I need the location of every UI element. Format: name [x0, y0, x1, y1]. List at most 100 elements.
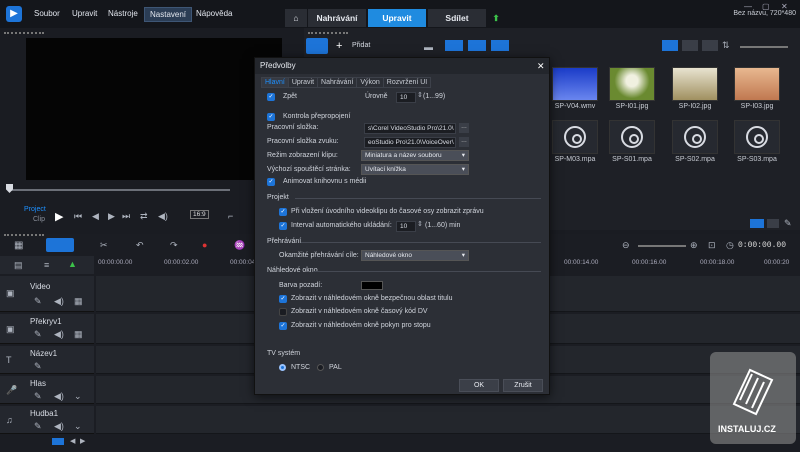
library-thumb[interactable] [672, 67, 718, 101]
upload-icon[interactable]: ⬆ [488, 9, 504, 27]
dialog-close-icon[interactable]: ✕ [537, 61, 545, 72]
timecode-display[interactable]: 0:00:00.00 [738, 241, 786, 250]
mute-icon[interactable]: ◀) [54, 296, 64, 307]
tab-vykon[interactable]: Výkon [356, 77, 384, 88]
marker-icon[interactable]: ▲ [68, 259, 77, 269]
undo-icon[interactable]: ↶ [136, 240, 144, 251]
track-header-video[interactable]: ▣ Video ✎ ◀) ▦ [0, 276, 94, 312]
add-label[interactable]: Přidat [352, 42, 370, 49]
instant-select[interactable]: Náhledové okno [361, 250, 469, 261]
image-filter-icon[interactable] [468, 40, 486, 51]
spinner-icon[interactable]: ⇕ [417, 91, 423, 99]
track-scroll-icon[interactable] [52, 438, 64, 445]
timecode-checkbox[interactable] [279, 308, 287, 316]
audio-filter-icon[interactable] [491, 40, 509, 51]
zoom-out-icon[interactable]: ⊖ [622, 240, 630, 251]
tools-icon[interactable]: ✂ [100, 240, 108, 251]
volume-icon[interactable]: ◀) [158, 211, 168, 222]
spinner-icon[interactable]: ⇕ [417, 220, 423, 228]
home-tab[interactable]: ⌂ [285, 9, 307, 27]
expand-icon[interactable]: ⌄ [74, 391, 82, 402]
mute-icon[interactable]: ◀) [54, 391, 64, 402]
pal-radio[interactable] [317, 364, 324, 371]
track-header-voice[interactable]: 🎤 Hlas ✎ ◀) ⌄ [0, 376, 94, 404]
go-start-icon[interactable]: ⏮ [74, 211, 82, 222]
library-thumb[interactable] [552, 120, 598, 154]
aspect-ratio-button[interactable]: 16:9 [190, 210, 209, 219]
scroll-left-icon[interactable]: ◀ [70, 437, 75, 445]
relink-checkbox[interactable]: ✓ [267, 113, 275, 121]
audio-workdir-browse-button[interactable]: … [459, 137, 469, 147]
video-filter-icon[interactable] [445, 40, 463, 51]
scrub-bar[interactable] [8, 189, 230, 191]
audio-workdir-field[interactable]: eoStudio Pro\21.0\VoiceOver\ [364, 137, 456, 148]
fit-icon[interactable]: ⊡ [708, 240, 716, 251]
grid-icon[interactable]: ▦ [74, 329, 83, 340]
tools-icon[interactable]: ✎ [784, 218, 792, 229]
workdir-field[interactable]: s\Corel VideoStudio Pro\21.0\ [364, 123, 456, 134]
animate-checkbox[interactable]: ✓ [267, 178, 275, 186]
timeline-view-icon[interactable] [46, 238, 74, 252]
zoom-slider[interactable] [638, 245, 686, 247]
redo-icon[interactable]: ↷ [170, 240, 178, 251]
tab-share[interactable]: Sdílet [428, 9, 486, 27]
track-hint-checkbox[interactable]: ✓ [279, 322, 287, 330]
safe-area-checkbox[interactable]: ✓ [279, 295, 287, 303]
panel-layout-icon[interactable] [767, 219, 779, 228]
add-icon[interactable]: + [336, 40, 342, 52]
menu-nastaveni[interactable]: Nastavení [144, 7, 193, 22]
list-view-icon[interactable] [682, 40, 698, 51]
ntsc-radio[interactable] [279, 364, 286, 371]
library-thumb[interactable] [552, 67, 598, 101]
crop-icon[interactable]: ⌐ [228, 211, 233, 221]
play-icon[interactable]: ▶ [55, 210, 63, 223]
tab-hlavni[interactable]: Hlavní [261, 77, 289, 88]
autosave-input[interactable]: 10 [396, 221, 416, 232]
library-thumb[interactable] [734, 120, 780, 154]
edit-icon[interactable]: ✎ [34, 361, 42, 372]
track-header-music[interactable]: ♫ Hudba1 ✎ ◀) ⌄ [0, 406, 94, 434]
mute-icon[interactable]: ◀) [54, 329, 64, 340]
edit-icon[interactable]: ✎ [34, 391, 42, 402]
workdir-browse-button[interactable]: … [459, 123, 469, 133]
next-frame-icon[interactable]: ▶ [108, 211, 115, 222]
levels-input[interactable]: 10 [396, 92, 416, 103]
clip-display-select[interactable]: Miniatura a název souboru [361, 150, 469, 161]
import-folder-icon[interactable]: ▬ [424, 42, 433, 52]
edit-icon[interactable]: ✎ [34, 421, 42, 432]
menu-soubor[interactable]: Soubor [34, 9, 60, 18]
library-thumb[interactable] [672, 120, 718, 154]
library-thumb[interactable] [609, 67, 655, 101]
insert-msg-checkbox[interactable]: ✓ [279, 208, 287, 216]
track-header-overlay[interactable]: ▣ Překryv1 ✎ ◀) ▦ [0, 314, 94, 344]
library-thumb[interactable] [609, 120, 655, 154]
startup-select[interactable]: Uvítací knížka [361, 164, 469, 175]
menu-nastroje[interactable]: Nástroje [108, 9, 138, 18]
expand-icon[interactable]: ⌄ [74, 421, 82, 432]
zoom-in-icon[interactable]: ⊕ [690, 240, 698, 251]
grid-view-icon[interactable] [702, 40, 718, 51]
thumbnail-view-icon[interactable] [662, 40, 678, 51]
media-folder-icon[interactable] [306, 38, 328, 54]
clip-mode-label[interactable]: Clip [33, 216, 45, 223]
track-area-music[interactable] [96, 406, 800, 434]
prev-frame-icon[interactable]: ◀ [92, 211, 99, 222]
tab-nahravani[interactable]: Nahrávání [317, 77, 358, 88]
autosave-checkbox[interactable]: ✓ [279, 222, 287, 230]
tab-upravit[interactable]: Upravit [287, 77, 319, 88]
storyboard-view-icon[interactable]: ▦ [14, 240, 23, 251]
tab-edit[interactable]: Upravit [368, 9, 426, 27]
undo-checkbox[interactable]: ✓ [267, 93, 275, 101]
menu-napoveda[interactable]: Nápověda [196, 9, 232, 18]
sort-icon[interactable]: ⇅ [722, 40, 730, 51]
audio-mixer-icon[interactable]: ♒ [234, 240, 245, 251]
record-icon[interactable]: ● [202, 240, 207, 250]
chapter-icon[interactable]: ≡ [44, 260, 49, 270]
scroll-right-icon[interactable]: ▶ [80, 437, 85, 445]
cancel-button[interactable]: Zrušit [503, 379, 543, 392]
menu-upravit[interactable]: Upravit [72, 9, 97, 18]
repeat-icon[interactable]: ⇄ [140, 211, 148, 222]
go-end-icon[interactable]: ⏭ [122, 211, 130, 222]
grid-icon[interactable]: ▦ [74, 296, 83, 307]
panel-layout-icon[interactable] [750, 219, 764, 228]
